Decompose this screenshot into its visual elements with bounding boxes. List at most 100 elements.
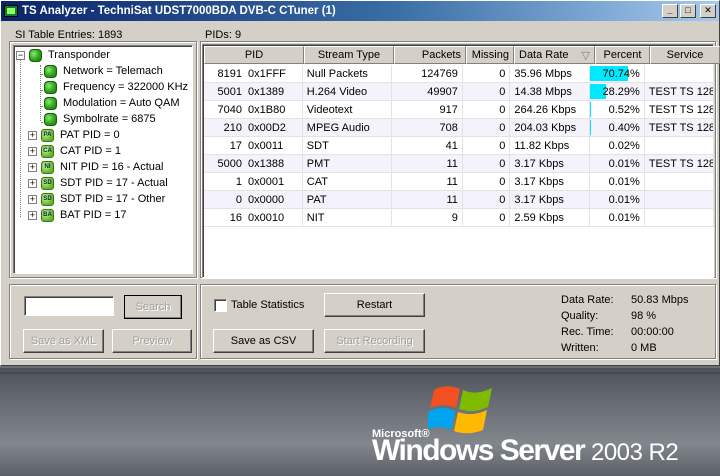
expand-icon[interactable]: + xyxy=(28,162,37,172)
table-icon: PA xyxy=(41,128,54,142)
tree-table-item[interactable]: + PA PAT PID = 0 xyxy=(28,127,120,143)
missing-cell: 0 xyxy=(463,137,511,154)
search-input[interactable] xyxy=(24,296,114,316)
start-recording-button[interactable]: Start Recording xyxy=(324,329,425,353)
missing-cell: 0 xyxy=(463,101,511,118)
missing-cell: 0 xyxy=(463,119,511,136)
table-statistics-checkbox[interactable] xyxy=(214,299,227,312)
pid-cell: 1 0x0001 xyxy=(204,173,303,190)
stream-type-cell: PMT xyxy=(303,155,392,172)
pid-cell: 16 0x0010 xyxy=(204,209,303,226)
column-header-data-rate[interactable]: Data Rate ▽ xyxy=(514,46,595,64)
green-status-icon xyxy=(44,80,57,94)
table-row[interactable]: 5000 0x1388 PMT 11 0 3.17 Kbps 0.01% TEST TS 12… xyxy=(204,155,714,173)
pid-table-body: 8191 0x1FFF Null Packets 124769 0 35.96 Mbps 7… xyxy=(204,65,714,227)
stream-type-cell: MPEG Audio xyxy=(303,119,392,136)
pid-cell: 5000 0x1388 xyxy=(204,155,303,172)
pids-label: PIDs: 9 xyxy=(205,29,242,41)
table-row[interactable]: 8191 0x1FFF Null Packets 124769 0 35.96 Mbps 7… xyxy=(204,65,714,83)
expand-icon[interactable]: + xyxy=(28,194,37,204)
window-title: TS Analyzer - TechniSat UDST7000BDA DVB-… xyxy=(22,5,336,17)
column-header-percent[interactable]: Percent xyxy=(595,46,650,64)
tree-root[interactable]: − Transponder xyxy=(16,47,110,63)
service-cell: TEST TS 128 xyxy=(645,83,714,100)
close-button[interactable]: ✕ xyxy=(700,4,716,18)
table-row[interactable]: 5001 0x1389 H.264 Video 49907 0 14.38 Mbps 28.… xyxy=(204,83,714,101)
tree-detail-item[interactable]: Symbolrate = 6875 xyxy=(44,111,156,127)
expand-icon[interactable]: + xyxy=(28,178,37,188)
table-row[interactable]: 210 0x00D2 MPEG Audio 708 0 204.03 Kbps 0.40% T… xyxy=(204,119,714,137)
save-csv-button[interactable]: Save as CSV xyxy=(213,329,314,353)
percent-cell: 70.74% xyxy=(590,65,645,82)
expand-icon[interactable]: + xyxy=(28,130,37,140)
rec-time-value: 00:00:00 xyxy=(631,326,674,338)
missing-cell: 0 xyxy=(463,83,511,100)
tree-table-item[interactable]: + BA BAT PID = 17 xyxy=(28,207,127,223)
percent-cell: 0.52% xyxy=(590,101,645,118)
table-row[interactable]: 0 0x0000 PAT 11 0 3.17 Kbps 0.01% xyxy=(204,191,714,209)
table-row[interactable]: 16 0x0010 NIT 9 0 2.59 Kbps 0.01% xyxy=(204,209,714,227)
column-header-pid[interactable]: PID xyxy=(204,46,304,64)
column-header-missing[interactable]: Missing xyxy=(466,46,514,64)
pid-table-header: PID Stream Type Packets Missing Data Rat… xyxy=(204,46,720,64)
table-row[interactable]: 1 0x0001 CAT 11 0 3.17 Kbps 0.01% xyxy=(204,173,714,191)
packets-cell: 49907 xyxy=(392,83,463,100)
expand-icon[interactable]: + xyxy=(28,210,37,220)
service-cell xyxy=(645,65,714,82)
percent-cell: 0.02% xyxy=(590,137,645,154)
service-cell xyxy=(645,191,714,208)
stat-key: Quality: xyxy=(561,310,599,322)
collapse-icon[interactable]: − xyxy=(16,50,25,60)
packets-cell: 11 xyxy=(392,173,463,190)
tree-table-item[interactable]: + SD SDT PID = 17 - Actual xyxy=(28,175,168,191)
expand-icon[interactable]: + xyxy=(28,146,37,156)
column-header-service[interactable]: Service xyxy=(650,46,720,64)
stats-panel: Data Rate: 50.83 Mbps Quality: 98 % Rec.… xyxy=(561,294,711,358)
green-status-icon xyxy=(29,48,42,62)
percent-cell: 0.01% xyxy=(590,155,645,172)
data-rate-value: 50.83 Mbps xyxy=(631,294,689,306)
service-cell xyxy=(645,173,714,190)
packets-cell: 9 xyxy=(392,209,463,226)
app-icon xyxy=(4,5,18,17)
percent-cell: 0.01% xyxy=(590,191,645,208)
tree-table-item[interactable]: + CA CAT PID = 1 xyxy=(28,143,121,159)
green-status-icon xyxy=(44,112,57,126)
column-header-stream-type[interactable]: Stream Type xyxy=(304,46,394,64)
table-icon: CA xyxy=(41,144,54,158)
column-header-packets[interactable]: Packets xyxy=(394,46,466,64)
pid-table[interactable]: PID Stream Type Packets Missing Data Rat… xyxy=(202,44,720,278)
si-table-label: SI Table Entries: 1893 xyxy=(15,29,123,41)
windows-flag-icon xyxy=(428,386,492,434)
service-cell xyxy=(645,137,714,154)
table-row[interactable]: 17 0x0011 SDT 41 0 11.82 Kbps 0.02% xyxy=(204,137,714,155)
table-statistics-label[interactable]: Table Statistics xyxy=(231,299,304,311)
percent-cell: 0.01% xyxy=(590,209,645,226)
search-button[interactable]: Search xyxy=(124,295,182,319)
table-icon: NI xyxy=(41,160,54,174)
service-cell: TEST TS 128 xyxy=(645,101,714,118)
pid-cell: 5001 0x1389 xyxy=(204,83,303,100)
tree-detail-item[interactable]: Frequency = 322000 KHz xyxy=(44,79,188,95)
save-xml-button[interactable]: Save as XML xyxy=(23,329,104,353)
stat-key: Rec. Time: xyxy=(561,326,614,338)
restart-button[interactable]: Restart xyxy=(324,293,425,317)
green-status-icon xyxy=(44,64,57,78)
table-icon: BA xyxy=(41,208,54,222)
si-tree-view[interactable]: − Transponder Network = Telemach Frequen… xyxy=(13,45,193,274)
tree-detail-item[interactable]: Modulation = Auto QAM xyxy=(44,95,179,111)
data-rate-cell: 204.03 Kbps xyxy=(510,119,591,136)
maximize-button[interactable]: □ xyxy=(680,4,696,18)
title-bar[interactable]: TS Analyzer - TechniSat UDST7000BDA DVB-… xyxy=(1,1,719,21)
preview-button[interactable]: Preview xyxy=(112,329,192,353)
tree-table-item[interactable]: + SD SDT PID = 17 - Other xyxy=(28,191,165,207)
tree-table-item[interactable]: + NI NIT PID = 16 - Actual xyxy=(28,159,163,175)
table-icon: SD xyxy=(41,192,54,206)
desktop-divider xyxy=(0,372,720,374)
tree-detail-item[interactable]: Network = Telemach xyxy=(44,63,163,79)
table-row[interactable]: 7040 0x1B80 Videotext 917 0 264.26 Kbps 0.52% T… xyxy=(204,101,714,119)
missing-cell: 0 xyxy=(463,173,511,190)
stream-type-cell: PAT xyxy=(303,191,392,208)
minimize-button[interactable]: _ xyxy=(662,4,678,18)
windows-server-logo: Microsoft® Windows Server 2003 R2 xyxy=(372,376,720,476)
